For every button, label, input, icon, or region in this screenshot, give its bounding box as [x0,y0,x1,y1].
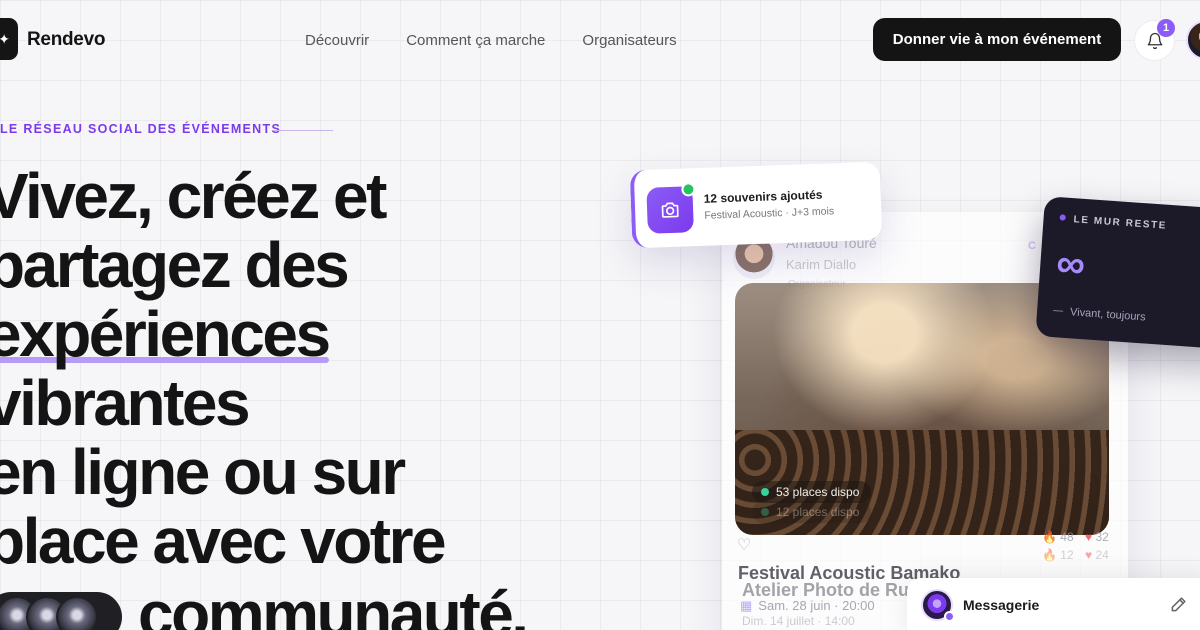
places-available-badge-ghost: 12 places dispo [752,501,872,523]
fire-count-ghost: 12 [1060,548,1074,562]
organizer-name-ghost: Karim Diallo [786,257,857,272]
headline-line-5: en ligne ou sur [0,436,406,508]
hero-eyebrow: LE RÉSEAU SOCIAL DES ÉVÉNEMENTS [0,122,282,136]
status-online-dot [681,182,696,197]
toast-subtitle: Festival Acoustic · J+3 mois [704,205,835,222]
messaging-label: Messagerie [963,597,1040,613]
online-dot [944,611,955,622]
souvenirs-toast: 12 souvenirs ajoutés Festival Acoustic ·… [629,161,883,249]
wall-card-subtitle: Vivant, toujours [1053,305,1146,323]
headline-last-word: communauté. [138,578,529,630]
wall-card: LE MUR RESTE ∞ Vivant, toujours [1035,196,1200,350]
like-outline-icon[interactable]: ♡ [737,535,751,555]
nav-link-decouvrir[interactable]: Découvrir [305,32,369,49]
user-avatar[interactable] [1186,20,1200,60]
places-available-badge: 53 places dispo [752,481,872,503]
headline-line-4: vibrantes [0,367,251,439]
community-avatar [56,596,98,630]
like-count-ghost: 24 [1095,548,1109,562]
community-avatars-pill [0,592,122,630]
category-tag-ghost: C [1028,240,1036,252]
like-count: 32 [1095,530,1109,544]
notifications-count-badge: 1 [1157,19,1175,37]
toast-title: 12 souvenirs ajoutés [703,187,823,206]
hero-headline: Vivez, créez et partagez des expériences… [0,160,447,577]
headline-line-6: place avec votre [0,505,447,577]
calendar-icon: ▦ [740,598,753,613]
fire-count: 48 [1060,530,1074,544]
heart-icon: ♥ [1084,548,1093,562]
brand-name[interactable]: Rendevo [27,29,105,51]
event-stats-ghost: 🔥 12 ♥ 24 [1042,548,1109,562]
infinity-icon: ∞ [1054,241,1087,288]
wall-card-label: LE MUR RESTE [1059,213,1167,232]
event-date: ▦ Sam. 28 juin · 20:00 [740,598,875,614]
headline-line-2: partagez des [0,229,350,301]
event-date-ghost: Dim. 14 juillet · 14:00 [742,614,855,628]
brand-logo-icon[interactable]: ✦ [0,18,18,60]
event-date-text: Sam. 28 juin · 20:00 [758,598,875,613]
headline-highlight-word: expériences [0,300,331,369]
create-event-button[interactable]: Donner vie à mon événement [873,18,1121,61]
headline-line-1: Vivez, créez et [0,160,387,232]
top-navigation: ✦ Rendevo Découvrir Comment ça marche Or… [0,0,1200,80]
event-stats: 🔥 48 ♥ 32 [1042,530,1109,544]
messaging-bar[interactable]: Messagerie [907,578,1200,630]
nav-link-organisateurs[interactable]: Organisateurs [582,32,676,49]
compose-icon[interactable] [1169,594,1189,614]
main-nav: Découvrir Comment ça marche Organisateur… [305,32,677,49]
eyebrow-divider [273,130,333,131]
nav-link-comment-ca-marche[interactable]: Comment ça marche [406,32,545,49]
heart-icon: ♥ [1084,530,1093,544]
